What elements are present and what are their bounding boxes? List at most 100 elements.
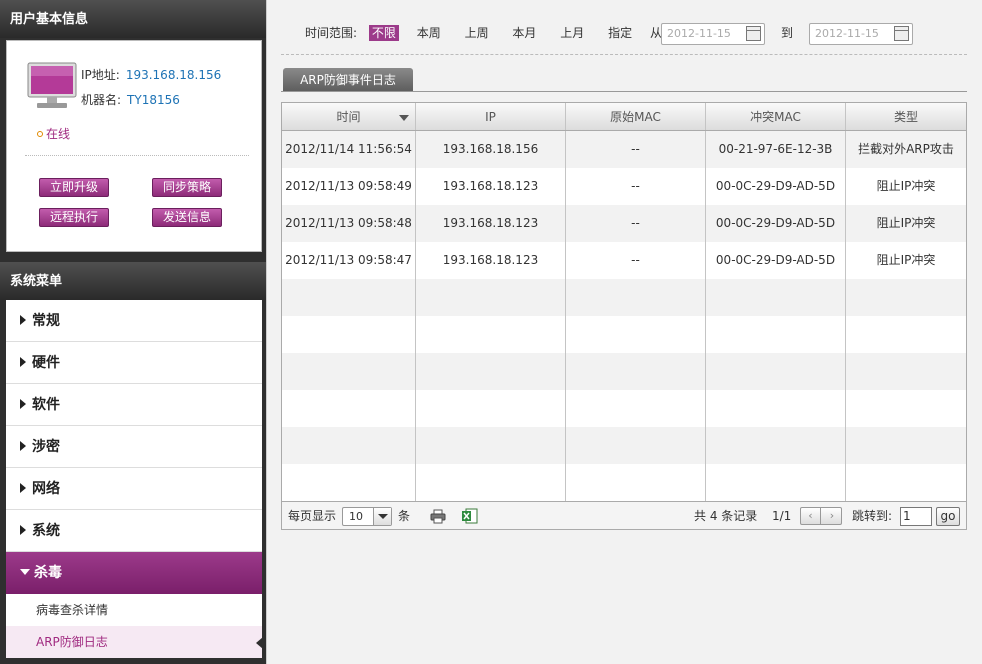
upgrade-button[interactable]: 立即升级 xyxy=(39,178,109,197)
event-table: 时间 IP 原始MAC 冲突MAC 类型 2012/11/14 11:56:54… xyxy=(281,102,967,530)
caret-right-icon xyxy=(20,399,26,409)
cell-conflict-mac: 00-0C-29-D9-AD-5D xyxy=(706,242,846,279)
empty-table-row xyxy=(282,390,966,427)
cell-type xyxy=(846,390,966,427)
column-header-type[interactable]: 类型 xyxy=(846,103,966,130)
print-icon[interactable] xyxy=(430,509,446,524)
to-date-input[interactable]: 2012-11-15 xyxy=(809,23,913,45)
prev-page-icon[interactable]: ‹ xyxy=(801,508,821,524)
cell-type: 阻止IP冲突 xyxy=(876,179,936,193)
empty-table-row xyxy=(282,427,966,464)
cell-ip xyxy=(416,316,566,353)
filter-option-this-month[interactable]: 本月 xyxy=(512,26,536,40)
cell-original-mac xyxy=(566,316,706,353)
cell-ip: 193.168.18.123 xyxy=(416,242,566,279)
tab-underline xyxy=(281,91,967,92)
table-row[interactable]: 2012/11/14 11:56:54 193.168.18.156 -- 00-21… xyxy=(282,131,966,168)
table-row[interactable]: 2012/11/13 09:58:47 193.168.18.123 -- 00-0C… xyxy=(282,242,966,279)
cell-ip: 193.168.18.123 xyxy=(416,168,566,205)
column-header-conflict-mac[interactable]: 冲突MAC xyxy=(706,103,846,130)
cell-original-mac xyxy=(566,353,706,390)
menu-item-system[interactable]: 系统 xyxy=(6,510,262,552)
menu-item-label: 涉密 xyxy=(32,439,60,455)
table-row[interactable]: 2012/11/13 09:58:49 193.168.18.123 -- 00-0C… xyxy=(282,168,966,205)
caret-right-icon xyxy=(20,483,26,493)
menu-item-label: 杀毒 xyxy=(34,565,62,581)
menu-item-classified[interactable]: 涉密 xyxy=(6,426,262,468)
total-records: 共 4 条记录 xyxy=(694,509,758,523)
cell-original-mac: -- xyxy=(566,242,706,279)
sync-policy-button[interactable]: 同步策略 xyxy=(152,178,222,197)
host-value: TY18156 xyxy=(127,93,180,107)
submenu-arp-log[interactable]: ARP防御日志 xyxy=(6,626,263,658)
menu-item-software[interactable]: 软件 xyxy=(6,384,262,426)
empty-table-row xyxy=(282,353,966,390)
cell-time xyxy=(282,279,416,316)
menu-item-antivirus[interactable]: 杀毒 xyxy=(6,552,262,594)
cell-time: 2012/11/13 09:58:48 xyxy=(282,205,416,242)
remote-exec-button[interactable]: 远程执行 xyxy=(39,208,109,227)
cell-conflict-mac: 00-21-97-6E-12-3B xyxy=(706,131,846,168)
filter-option-custom[interactable]: 指定 xyxy=(608,26,632,40)
status-badge: 在线 xyxy=(37,125,70,142)
column-header-original-mac[interactable]: 原始MAC xyxy=(566,103,706,130)
cell-original-mac: -- xyxy=(566,168,706,205)
caret-right-icon xyxy=(20,441,26,451)
menu-item-hardware[interactable]: 硬件 xyxy=(6,342,262,384)
from-date-input[interactable]: 2012-11-15 xyxy=(661,23,765,45)
divider xyxy=(281,54,967,55)
table-row[interactable]: 2012/11/13 09:58:48 193.168.18.123 -- 00-0C… xyxy=(282,205,966,242)
cell-ip xyxy=(416,427,566,464)
cell-time xyxy=(282,464,416,501)
filter-option-this-week[interactable]: 本周 xyxy=(417,26,441,40)
cell-ip: 193.168.18.123 xyxy=(416,205,566,242)
column-header-time[interactable]: 时间 xyxy=(282,103,416,130)
empty-table-row xyxy=(282,279,966,316)
menu-item-label: 软件 xyxy=(32,397,60,413)
cell-type: 阻止IP冲突 xyxy=(876,253,936,267)
monitor-icon xyxy=(27,62,77,108)
cell-ip xyxy=(416,464,566,501)
menu-item-general[interactable]: 常规 xyxy=(6,300,262,342)
cell-type: 拦截对外ARP攻击 xyxy=(858,142,954,156)
tab-arp-log[interactable]: ARP防御事件日志 xyxy=(283,68,413,92)
send-message-button[interactable]: 发送信息 xyxy=(152,208,222,227)
ip-value: 193.168.18.156 xyxy=(125,68,222,82)
filter-option-last-week[interactable]: 上周 xyxy=(465,26,489,40)
cell-original-mac xyxy=(566,427,706,464)
go-button[interactable]: go xyxy=(936,507,960,526)
ip-row: IP地址: 193.168.18.156 xyxy=(81,66,221,83)
calendar-icon[interactable] xyxy=(746,26,761,41)
time-range-label: 时间范围: xyxy=(305,26,358,40)
cell-type xyxy=(846,427,966,464)
cell-conflict-mac: 00-0C-29-D9-AD-5D xyxy=(706,205,846,242)
cell-type: 阻止IP冲突 xyxy=(876,216,936,230)
cell-time xyxy=(282,316,416,353)
next-page-icon[interactable]: › xyxy=(822,508,842,524)
submenu-virus-details[interactable]: 病毒查杀详情 xyxy=(6,594,262,626)
caret-right-icon xyxy=(20,315,26,325)
cell-original-mac: -- xyxy=(566,131,706,168)
chevron-down-icon[interactable] xyxy=(373,508,391,525)
per-page-value: 10 xyxy=(349,510,363,523)
cell-time: 2012/11/14 11:56:54 xyxy=(282,131,416,168)
per-page-select[interactable]: 10 xyxy=(342,507,392,526)
cell-original-mac xyxy=(566,279,706,316)
left-sidebar: 用户基本信息 IP地址: 193.168.18.156 机器名: TY18156 在… xyxy=(0,0,266,664)
pager: ‹ › xyxy=(800,507,842,525)
column-header-ip[interactable]: IP xyxy=(416,103,566,130)
ip-label: IP地址: xyxy=(81,68,120,82)
menu-item-label: 网络 xyxy=(32,481,60,497)
cell-conflict-mac: 00-0C-29-D9-AD-5D xyxy=(706,168,846,205)
cell-ip xyxy=(416,353,566,390)
filter-option-last-month[interactable]: 上月 xyxy=(560,26,584,40)
jump-page-input[interactable]: 1 xyxy=(900,507,932,526)
excel-export-icon[interactable] xyxy=(461,508,478,524)
cell-original-mac xyxy=(566,464,706,501)
filter-option-all[interactable]: 不限 xyxy=(368,25,399,41)
status-text: 在线 xyxy=(46,127,71,141)
calendar-icon[interactable] xyxy=(894,26,909,41)
cell-type xyxy=(846,316,966,353)
menu-item-network[interactable]: 网络 xyxy=(6,468,262,510)
sort-down-icon[interactable] xyxy=(399,115,409,121)
